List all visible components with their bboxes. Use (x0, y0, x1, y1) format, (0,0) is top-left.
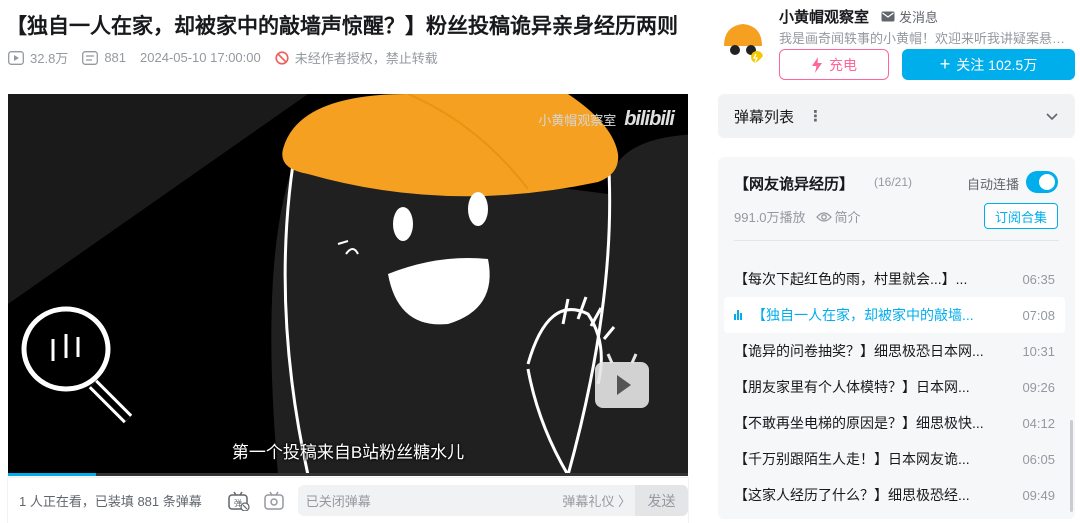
chevron-down-icon[interactable] (1045, 111, 1059, 121)
episode-item[interactable]: 【千万别跟陌生人走！】日本网友诡... 06:05 (724, 441, 1065, 477)
episode-duration: 09:49 (1022, 487, 1055, 503)
video-progress-bar[interactable] (8, 473, 688, 476)
no-reprint-icon (275, 50, 289, 65)
publish-time: 2024-05-10 17:00:00 (140, 50, 261, 65)
collection-panel: 【网友诡异经历】 (16/21) 自动连播 991.0万播放 简介 订阅合集 【… (718, 157, 1075, 519)
send-message-link[interactable]: 发消息 (881, 7, 938, 26)
episode-list: 【每次下起红色的雨，村里就会...】... 06:35 【独自一人在家，却被家中… (724, 261, 1065, 513)
mail-icon (881, 11, 895, 22)
episode-duration: 07:08 (1022, 307, 1055, 323)
danmaku-count-icon (82, 50, 99, 65)
episode-item[interactable]: 【朋友家里有个人体模特？】日本网... 09:26 (724, 369, 1065, 405)
autoplay-label: 自动连播 (967, 177, 1020, 192)
play-count-icon (8, 50, 24, 65)
danmaku-input[interactable]: 已关闭弹幕 弹幕礼仪 〉 (297, 485, 642, 516)
episode-title: 【千万别跟陌生人走！】日本网友诡... (734, 451, 970, 467)
uploader-description: 我是画奇闻轶事的小黄帽！欢迎来听我讲疑案悬… (779, 31, 1066, 46)
video-progress-fill (8, 473, 97, 476)
follow-button[interactable]: + 关注 102.5万 (902, 49, 1075, 80)
danmaku-input-placeholder: 已关闭弹幕 (305, 494, 371, 509)
play-count: 32.8万 (8, 48, 68, 67)
episode-item[interactable]: 【诡异的问卷抽奖？】细思极恐日本网... 10:31 (724, 333, 1065, 369)
collection-divider (734, 240, 1059, 241)
episode-title: 【不敢再坐电梯的原因是？】细思极快... (734, 415, 984, 431)
episode-item[interactable]: 【不敢再坐电梯的原因是？】细思极快... 04:12 (724, 405, 1065, 441)
collection-title[interactable]: 【网友诡异经历】 (734, 173, 854, 194)
episode-duration: 09:26 (1022, 379, 1055, 395)
episode-item[interactable]: 【每次下起红色的雨，村里就会...】... 06:35 (724, 261, 1065, 297)
danmaku-etiquette-link[interactable]: 弹幕礼仪 〉 (562, 491, 631, 510)
video-frame-illustration (8, 94, 688, 475)
danmaku-count: 881 (82, 50, 126, 65)
danmaku-toggle-icon[interactable]: 弹 (228, 491, 250, 511)
viewer-count-text: 1 人正在看，已装填 881 条弹幕 (19, 494, 202, 509)
now-playing-icon (734, 310, 744, 320)
episode-duration: 06:35 (1022, 271, 1055, 287)
copyright-notice: 未经作者授权，禁止转载 (275, 48, 438, 67)
episode-item-active[interactable]: 【独自一人在家，却被家中的敲墙... 07:08 (724, 297, 1065, 333)
uploader-avatar[interactable] (718, 16, 768, 66)
video-title: 【独自一人在家，却被家中的敲墙声惊醒？】粉丝投稿诡异亲身经历两则 (6, 15, 678, 38)
play-icon[interactable] (595, 362, 649, 408)
episode-title: 【独自一人在家，却被家中的敲墙... (752, 307, 974, 323)
episode-item[interactable]: 【这家人经历了什么？】细思极恐经... 09:49 (724, 477, 1065, 513)
episode-duration: 10:31 (1022, 343, 1055, 359)
danmaku-list-label: 弹幕列表 (734, 108, 795, 126)
uploader-name[interactable]: 小黄帽观察室 (779, 6, 869, 27)
collection-plays: 991.0万播放 (734, 210, 806, 225)
danmaku-send-button[interactable]: 发送 (635, 485, 688, 516)
watermark: 小黄帽观察室 bilibili (538, 108, 675, 130)
video-meta: 32.8万 881 2024-05-10 17:00:00 未经作者授权，禁止转… (8, 48, 452, 67)
more-options-icon[interactable]: ⋮ (808, 107, 823, 125)
episode-duration: 04:12 (1022, 415, 1055, 431)
episode-title: 【朋友家里有个人体模特？】日本网... (734, 379, 970, 395)
episode-list-scrollbar[interactable] (1070, 420, 1073, 512)
episode-title: 【诡异的问卷抽奖？】细思极恐日本网... (734, 343, 984, 359)
collection-stats: 991.0万播放 简介 (734, 207, 861, 226)
eye-icon (815, 211, 832, 222)
video-player[interactable]: 小黄帽观察室 bilibili 第一个投稿来自B站粉丝糖水儿 (8, 94, 688, 475)
danmaku-list-header[interactable]: 弹幕列表 ⋮ (718, 94, 1075, 138)
plus-icon: + (939, 54, 951, 74)
uploader-name-row: 小黄帽观察室 发消息 (779, 6, 938, 27)
video-subtitle: 第一个投稿来自B站粉丝糖水儿 (231, 443, 465, 462)
episode-title: 【每次下起红色的雨，村里就会...】... (734, 271, 968, 287)
episode-title: 【这家人经历了什么？】细思极恐经... (734, 487, 970, 503)
danmaku-settings-icon[interactable] (264, 491, 286, 511)
collection-count: (16/21) (874, 175, 913, 189)
danmaku-bar: 1 人正在看，已装填 881 条弹幕 弹 已关闭弹幕 弹幕礼仪 〉 发送 (8, 478, 688, 523)
collection-intro-link[interactable]: 简介 (815, 207, 861, 226)
subscribe-collection-button[interactable]: 订阅合集 (984, 203, 1058, 229)
episode-duration: 06:05 (1022, 451, 1055, 467)
charge-button[interactable]: 充电 (779, 49, 889, 80)
autoplay-toggle[interactable] (1026, 171, 1058, 193)
lightning-icon (812, 56, 822, 73)
bilibili-logo: bilibili (624, 108, 675, 130)
uploader-card: 小黄帽观察室 发消息 我是画奇闻轶事的小黄帽！欢迎来听我讲疑案悬… 充电 + 关… (718, 4, 1080, 84)
